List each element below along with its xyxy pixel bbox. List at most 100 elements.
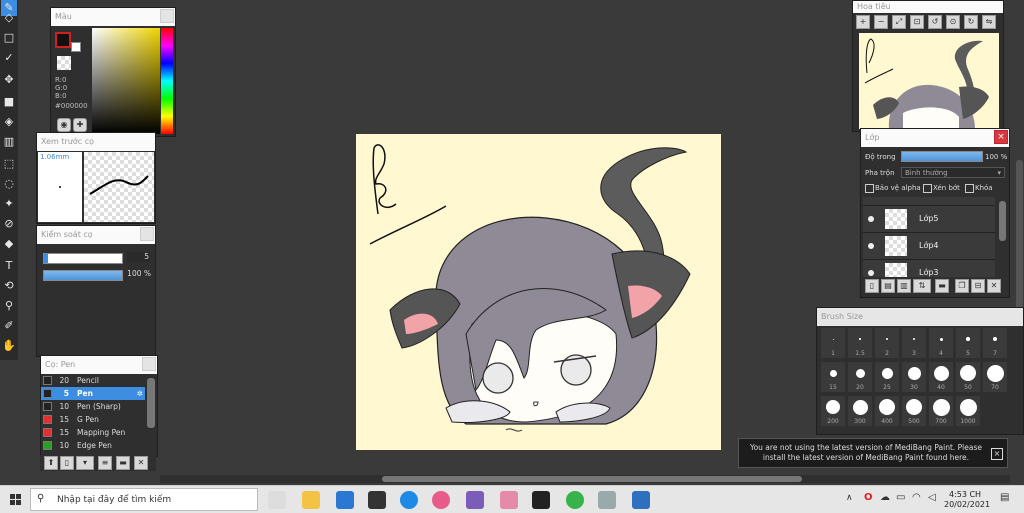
layer-row[interactable]: Lớp5 — [863, 206, 995, 233]
layer-opacity-slider[interactable] — [901, 151, 983, 162]
app-icon-2[interactable] — [500, 491, 518, 509]
delete-brush-icon[interactable]: ✕ — [134, 456, 148, 470]
color-panel-close-button[interactable] — [160, 9, 174, 23]
brush-size-preset[interactable]: 500 — [902, 396, 926, 426]
duplicate-layer-icon[interactable]: ❐ — [955, 279, 969, 293]
brush-size-preset[interactable]: 30 — [902, 362, 926, 392]
brush-size-preset[interactable]: 300 — [848, 396, 872, 426]
brush-menu-icon[interactable]: ▾ — [76, 456, 94, 470]
eyedropper-icon[interactable]: ⚲ — [1, 298, 17, 314]
task-view-icon[interactable] — [268, 491, 286, 509]
move-tool-icon[interactable]: ✥ — [1, 72, 17, 88]
brush-properties-icon[interactable]: ≡ — [98, 456, 112, 470]
taskbar-search-box[interactable]: ⚲ Nhập tại đây để tìm kiếm — [30, 488, 258, 511]
brush-size-preset[interactable]: 1.5 — [848, 328, 872, 358]
brush-size-preset[interactable]: 50 — [956, 362, 980, 392]
layer-row[interactable]: Lớp4 — [863, 233, 995, 260]
store-icon[interactable] — [368, 491, 386, 509]
opera-icon[interactable]: O — [864, 492, 873, 503]
layer-move-icon[interactable]: ⇅ — [913, 279, 931, 293]
hue-slider[interactable] — [161, 28, 173, 134]
brush-opacity-value[interactable]: 100 % — [123, 269, 151, 278]
drawing-canvas[interactable] — [356, 134, 721, 450]
eraser-tool-icon[interactable]: ◇ — [1, 10, 17, 26]
rotate-right-icon[interactable]: ↻ — [964, 15, 978, 29]
brush-size-preset[interactable]: 200 — [821, 396, 845, 426]
brush-folder-icon[interactable]: ▬ — [116, 456, 130, 470]
taskbar-clock[interactable]: 4:53 CH 20/02/2021 — [944, 490, 990, 510]
brush-item-g-pen[interactable]: 15 G Pen — [41, 413, 145, 426]
wifi-icon[interactable]: ◠ — [912, 492, 921, 503]
brush-size-preset[interactable]: 4 — [929, 328, 953, 358]
camera-icon[interactable] — [598, 491, 616, 509]
new-halftone-layer-icon[interactable]: ▤ — [881, 279, 895, 293]
protect-alpha-checkbox[interactable] — [865, 184, 874, 193]
color-add-icon[interactable]: ✚ — [73, 118, 87, 132]
edge-browser-icon[interactable] — [400, 491, 418, 509]
zoom-out-icon[interactable]: − — [874, 15, 888, 29]
brush-list-scrollbar[interactable] — [147, 378, 155, 428]
onedrive-icon[interactable]: ☁ — [880, 492, 890, 503]
app-icon-3[interactable] — [532, 491, 550, 509]
blend-mode-select[interactable]: Bình thường ▾ — [901, 167, 1005, 178]
rotate-reset-icon[interactable]: ⊙ — [946, 15, 960, 29]
new-brush-icon[interactable]: ▯ — [60, 456, 74, 470]
new-layer-icon[interactable]: ▯ — [865, 279, 879, 293]
operation-icon[interactable]: ⟲ — [1, 278, 17, 294]
brush-size-preset[interactable]: 25 — [875, 362, 899, 392]
brush-size-preset[interactable]: 15 — [821, 362, 845, 392]
brush-item-mapping-pen[interactable]: 15 Mapping Pen — [41, 426, 145, 439]
brush-size-preset[interactable]: 5 — [956, 328, 980, 358]
add-brush-icon[interactable]: ⬆ — [44, 456, 58, 470]
brush-size-preset[interactable]: 1000 — [956, 396, 980, 426]
bucket-icon[interactable]: ◈ — [1, 114, 17, 130]
brush-item-pen[interactable]: 5 Pen ✲ — [41, 387, 145, 400]
visibility-eye-icon[interactable] — [868, 270, 874, 276]
brush-item-edge-pen[interactable]: 10 Edge Pen — [41, 439, 145, 452]
brush-item-pen-sharp[interactable]: 10 Pen (Sharp) — [41, 400, 145, 413]
saturation-value-picker[interactable] — [92, 28, 160, 134]
layer-row[interactable]: Lớp3 — [863, 260, 995, 277]
windows-start-icon[interactable] — [10, 494, 22, 506]
app-icon-4[interactable] — [566, 491, 584, 509]
brush-size-preset[interactable]: 2 — [875, 328, 899, 358]
brush-size-preset[interactable]: 700 — [929, 396, 953, 426]
lock-checkbox[interactable] — [965, 184, 974, 193]
visibility-eye-icon[interactable] — [868, 216, 874, 222]
text-tool-icon[interactable]: T — [1, 258, 17, 274]
transparent-color-swatch[interactable] — [57, 56, 71, 70]
gradient-icon[interactable]: ▥ — [1, 134, 17, 150]
brush-size-preset[interactable]: 20 — [848, 362, 872, 392]
layer-opacity-value[interactable]: 100 % — [985, 153, 1007, 161]
lasso-icon[interactable]: ✓ — [1, 50, 17, 66]
select-icon[interactable]: ⬚ — [1, 156, 17, 172]
brush-item-pencil[interactable]: 20 Pencil — [41, 374, 145, 387]
merge-layer-icon[interactable]: ⊟ — [971, 279, 985, 293]
brush-size-value[interactable]: 5 — [127, 252, 149, 262]
flip-icon[interactable]: ⇋ — [982, 15, 996, 29]
rectangle-select-icon[interactable]: □ — [1, 30, 17, 46]
volume-icon[interactable]: ◁ — [928, 492, 936, 503]
battery-icon[interactable]: ▭ — [896, 492, 905, 503]
magic-wand-icon[interactable]: ✦ — [1, 196, 17, 212]
app-icon-1[interactable] — [466, 491, 484, 509]
brush-opacity-slider[interactable] — [43, 270, 123, 281]
brush-size-slider[interactable] — [43, 253, 123, 264]
mail-icon[interactable] — [336, 491, 354, 509]
layer-row-partial[interactable] — [863, 197, 995, 206]
background-color-swatch[interactable] — [71, 42, 81, 52]
brush-size-preset[interactable]: 70 — [983, 362, 1007, 392]
brush-size-preset[interactable]: 3 — [902, 328, 926, 358]
zoom-in-icon[interactable]: + — [856, 15, 870, 29]
rotate-left-icon[interactable]: ↺ — [928, 15, 942, 29]
brush-list-close-button[interactable] — [142, 357, 156, 371]
medibang-icon[interactable] — [432, 491, 450, 509]
photos-icon[interactable] — [632, 491, 650, 509]
fill-rect-icon[interactable]: ■ — [1, 94, 17, 110]
brush-control-close-button[interactable] — [140, 227, 154, 241]
update-notification[interactable]: You are not using the latest version of … — [738, 438, 1008, 468]
visibility-eye-icon[interactable] — [868, 243, 874, 249]
pen-line-icon[interactable]: ✐ — [1, 318, 17, 334]
delete-layer-icon[interactable]: ✕ — [987, 279, 1001, 293]
brush-size-preset[interactable]: 40 — [929, 362, 953, 392]
